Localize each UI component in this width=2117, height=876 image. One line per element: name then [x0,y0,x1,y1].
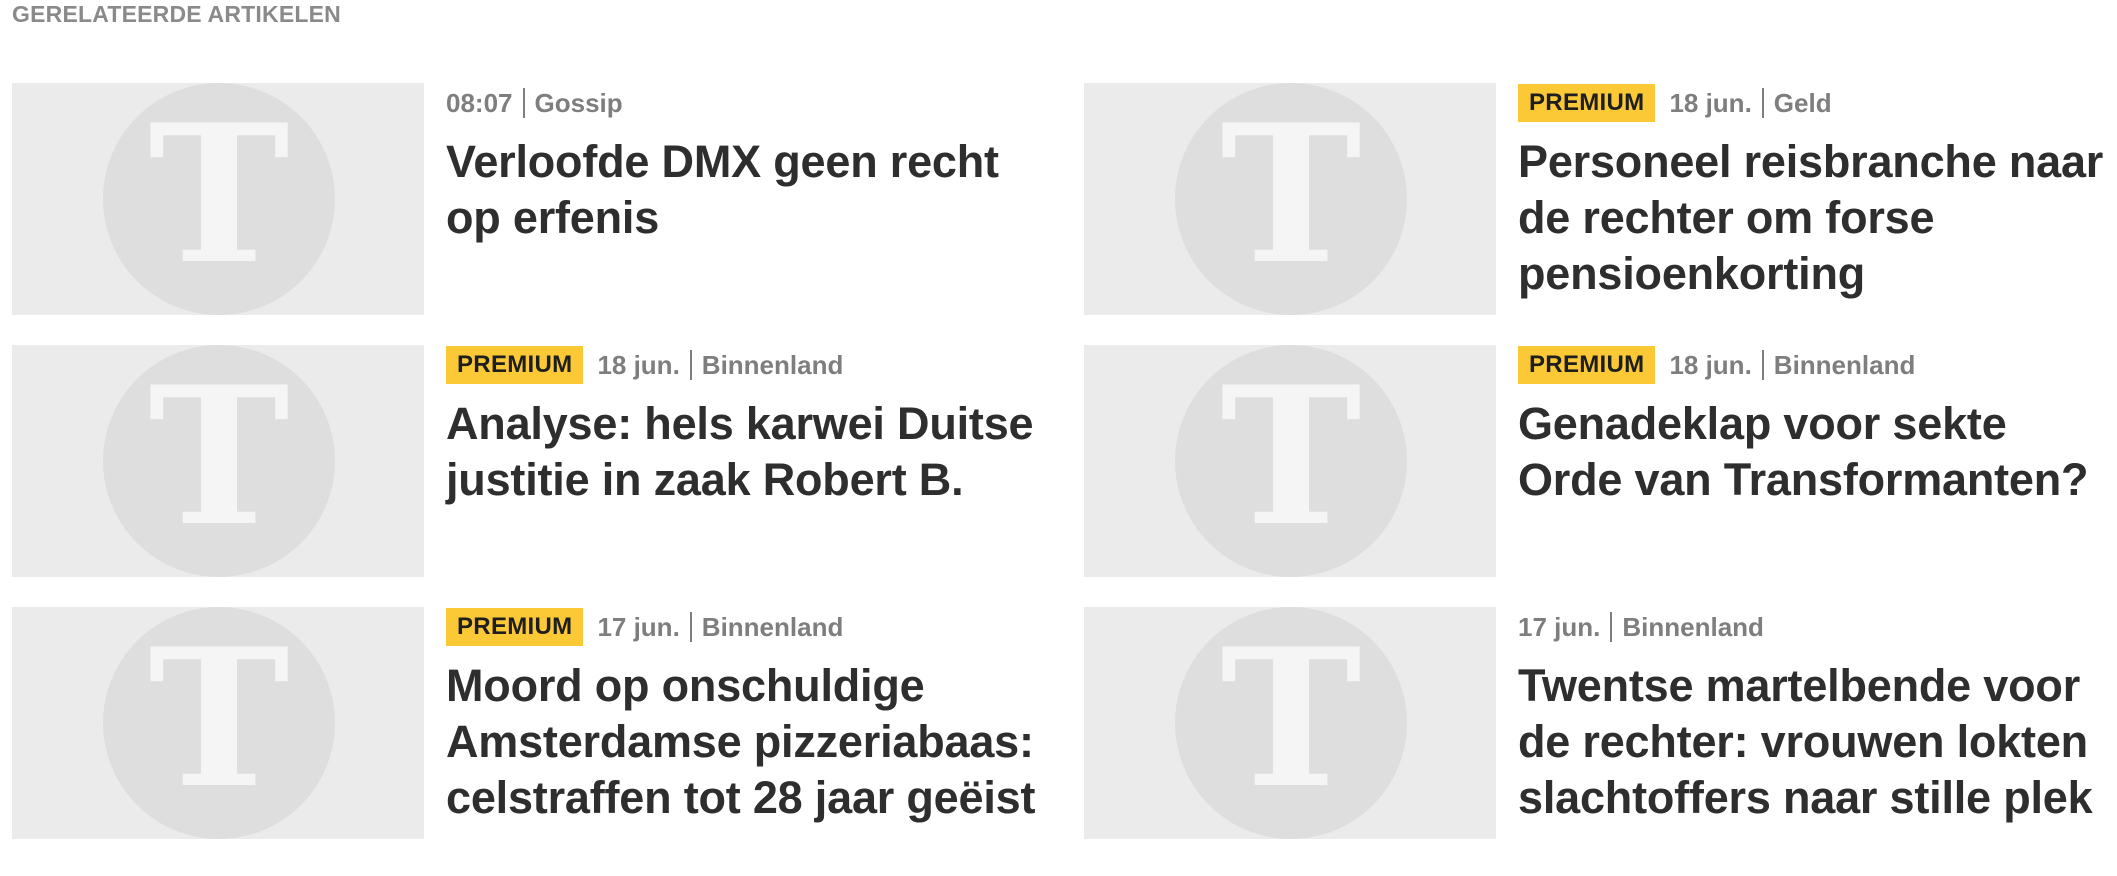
article-thumbnail[interactable]: T [1084,345,1496,577]
premium-badge: PREMIUM [446,346,584,384]
article-thumbnail[interactable]: T [12,83,424,315]
meta-divider [522,88,525,118]
article-date: 18 jun. [597,349,680,380]
meta-divider [1761,350,1764,380]
telegraaf-t-logo-icon: T [103,607,335,839]
svg-text:T: T [1220,607,1361,830]
meta-divider [689,612,692,642]
article-thumbnail[interactable]: T [12,607,424,839]
article-category[interactable]: Geld [1774,88,1832,119]
article-headline[interactable]: Analyse: hels karwei Duitse justitie in … [446,396,1046,508]
article-date: 08:07 [446,87,513,118]
svg-text:T: T [1220,345,1361,568]
article-meta: PREMIUM 18 jun. Binnenland [446,346,1046,384]
article-meta: PREMIUM 18 jun. Binnenland [1518,346,2117,384]
article-thumbnail[interactable]: T [12,345,424,577]
article-date: 17 jun. [1518,611,1601,642]
article-headline[interactable]: Personeel reisbranche naar de rechter om… [1518,134,2117,302]
article-date: 17 jun. [597,611,680,642]
article-thumbnail[interactable]: T [1084,607,1496,839]
premium-badge: PREMIUM [1518,84,1656,122]
meta-divider [1761,88,1764,118]
article-category[interactable]: Gossip [535,88,623,119]
telegraaf-t-logo-icon: T [1175,345,1407,577]
article-date: 18 jun. [1669,87,1752,118]
article-category[interactable]: Binnenland [702,612,844,643]
article-headline[interactable]: Verloofde DMX geen recht op erfenis [446,134,1046,246]
article-category[interactable]: Binnenland [1774,350,1916,381]
article-thumbnail[interactable]: T [1084,83,1496,315]
article-headline[interactable]: Moord op onschuldige Amsterdamse pizzeri… [446,658,1046,826]
article-meta: PREMIUM 17 jun. Binnenland [446,608,1046,646]
article-meta: 08:07 Gossip [446,84,1046,122]
svg-text:T: T [148,83,289,306]
svg-text:T: T [1220,83,1361,306]
telegraaf-t-logo-icon: T [103,83,335,315]
meta-divider [1610,612,1613,642]
telegraaf-t-logo-icon: T [103,345,335,577]
section-title: GERELATEERDE ARTIKELEN [12,1,341,27]
meta-divider [689,350,692,380]
article-headline[interactable]: Genadeklap voor sekte Orde van Transform… [1518,396,2117,508]
article-meta: 17 jun. Binnenland [1518,608,2117,646]
article-date: 18 jun. [1669,349,1752,380]
article-category[interactable]: Binnenland [1622,612,1764,643]
article-headline[interactable]: Twentse martelbende voor de rechter: vro… [1518,658,2117,826]
svg-text:T: T [148,345,289,568]
telegraaf-t-logo-icon: T [1175,83,1407,315]
article-meta: PREMIUM 18 jun. Geld [1518,84,2117,122]
premium-badge: PREMIUM [446,608,584,646]
svg-text:T: T [148,607,289,830]
article-category[interactable]: Binnenland [702,350,844,381]
telegraaf-t-logo-icon: T [1175,607,1407,839]
premium-badge: PREMIUM [1518,346,1656,384]
